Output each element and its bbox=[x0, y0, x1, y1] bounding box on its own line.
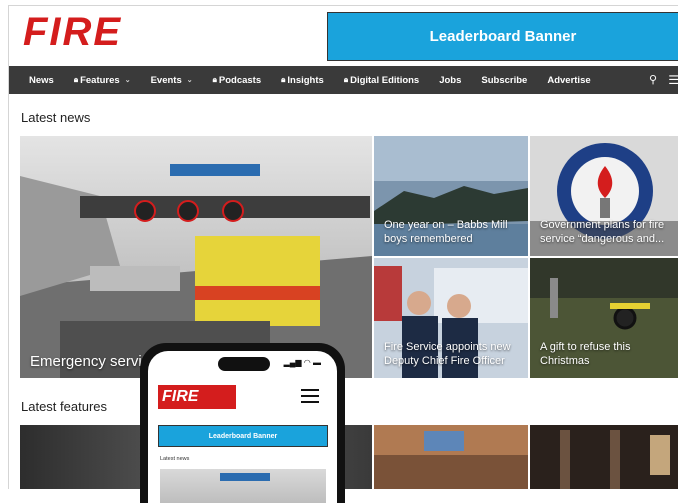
news-caption: Fire Service appoints new Deputy Chief F… bbox=[384, 341, 511, 367]
latest-news-heading: Latest news bbox=[21, 110, 91, 125]
nav-insights[interactable]: 🔒︎ Insights bbox=[281, 75, 324, 86]
lock-icon: 🔒︎ bbox=[343, 75, 349, 84]
nav-podcasts[interactable]: 🔒︎ Podcasts bbox=[213, 75, 262, 86]
dynamic-island bbox=[218, 357, 270, 371]
phone-screen: ▂▄▆ ◠ ▬ FIRE Leaderboard Banner Latest n… bbox=[148, 351, 337, 503]
news-tile-main[interactable]: Emergency servic bbox=[20, 136, 372, 378]
hamburger-icon[interactable]: ☰ bbox=[668, 73, 678, 87]
site-header: FIRE Leaderboard Banner bbox=[9, 6, 678, 66]
news-caption: Emergency servic bbox=[30, 353, 150, 370]
fire-logo[interactable]: FIRE bbox=[23, 12, 163, 52]
phone-latest-news-heading: Latest news bbox=[160, 456, 190, 462]
conference-photo bbox=[374, 425, 528, 489]
news-caption: Government plans for fire service “dange… bbox=[540, 219, 665, 245]
motorway-photo bbox=[20, 136, 372, 378]
main-nav: News 🔒︎ Features ⌄ Events ⌄ 🔒︎ Podcasts 🔒︎ In… bbox=[9, 66, 678, 94]
news-tile-babbs-mill[interactable]: One year on – Babbs Mill boys remembered bbox=[374, 136, 528, 256]
nav-news[interactable]: News bbox=[29, 75, 54, 86]
phone-mockup: ▂▄▆ ◠ ▬ FIRE Leaderboard Banner Latest n… bbox=[140, 343, 345, 503]
news-tile-gift[interactable]: A gift to refuse this Christmas bbox=[530, 258, 678, 378]
phone-fire-logo[interactable]: FIRE bbox=[158, 385, 236, 409]
lock-icon: 🔒︎ bbox=[281, 75, 286, 84]
nav-jobs[interactable]: Jobs bbox=[439, 75, 461, 86]
feature-tile-3[interactable] bbox=[530, 425, 678, 489]
lock-icon: 🔒︎ bbox=[212, 75, 217, 84]
nav-digital-editions[interactable]: 🔒︎ Digital Editions bbox=[344, 75, 419, 86]
news-caption: A gift to refuse this Christmas bbox=[540, 341, 631, 367]
nav-advertise[interactable]: Advertise bbox=[547, 75, 590, 86]
latest-features-heading: Latest features bbox=[21, 399, 107, 414]
status-icons: ▂▄▆ ◠ ▬ bbox=[283, 358, 321, 367]
nav-features[interactable]: 🔒︎ Features ⌄ bbox=[74, 75, 131, 86]
chevron-down-icon: ⌄ bbox=[186, 77, 193, 84]
search-icon[interactable]: ⚲ bbox=[649, 73, 657, 86]
chevron-down-icon: ⌄ bbox=[124, 77, 131, 84]
phone-leaderboard-banner[interactable]: Leaderboard Banner bbox=[158, 425, 328, 447]
leaderboard-banner[interactable]: Leaderboard Banner bbox=[327, 12, 678, 61]
hamburger-icon[interactable] bbox=[301, 389, 319, 403]
phone-news-image[interactable] bbox=[160, 469, 326, 503]
news-tile-government[interactable]: Government plans for fire service “dange… bbox=[530, 136, 678, 256]
feature-tile-2[interactable] bbox=[374, 425, 528, 489]
news-caption: One year on – Babbs Mill boys remembered bbox=[384, 219, 508, 245]
nav-subscribe[interactable]: Subscribe bbox=[481, 75, 527, 86]
svg-text:FIRE: FIRE bbox=[23, 12, 122, 52]
nav-events[interactable]: Events ⌄ bbox=[151, 75, 193, 86]
news-tile-appointment[interactable]: Fire Service appoints new Deputy Chief F… bbox=[374, 258, 528, 378]
interior-photo bbox=[530, 425, 678, 489]
lock-icon: 🔒︎ bbox=[73, 75, 79, 84]
phone-header: FIRE bbox=[148, 381, 337, 415]
